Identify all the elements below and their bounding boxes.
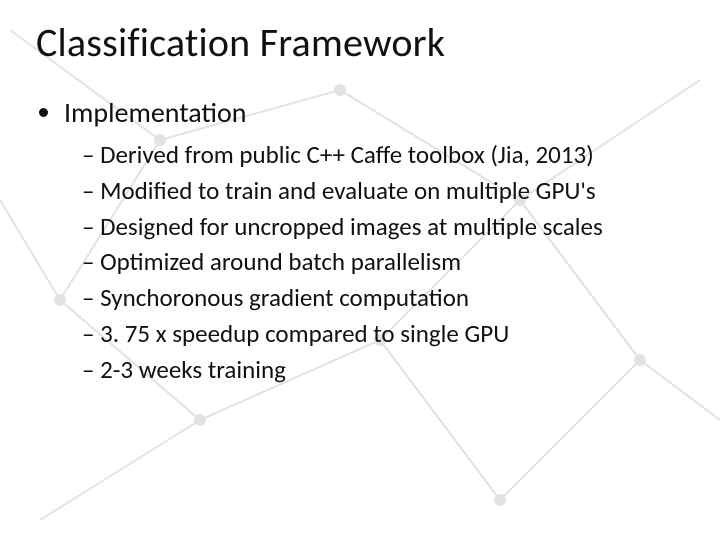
bullet-list-level1: Implementation Derived from public C++ C… [36,95,684,386]
bullet-l2-item: Designed for uncropped images at multipl… [82,210,684,244]
bullet-l2-item: Optimized around batch parallelism [82,245,684,279]
bullet-l1-item: Implementation Derived from public C++ C… [64,95,684,386]
slide-content: Classification Framework Implementation … [0,0,720,386]
bullet-l2-item: 3. 75 x speedup compared to single GPU [82,317,684,351]
bullet-l2-item: Derived from public C++ Caffe toolbox (J… [82,138,684,172]
bullet-list-level2: Derived from public C++ Caffe toolbox (J… [64,138,684,386]
bullet-l2-item: Synchoronous gradient computation [82,281,684,315]
bullet-l2-item: 2-3 weeks training [82,353,684,387]
bullet-l2-item: Modified to train and evaluate on multip… [82,174,684,208]
slide-title: Classification Framework [36,18,684,67]
bullet-l1-label: Implementation [64,95,247,130]
